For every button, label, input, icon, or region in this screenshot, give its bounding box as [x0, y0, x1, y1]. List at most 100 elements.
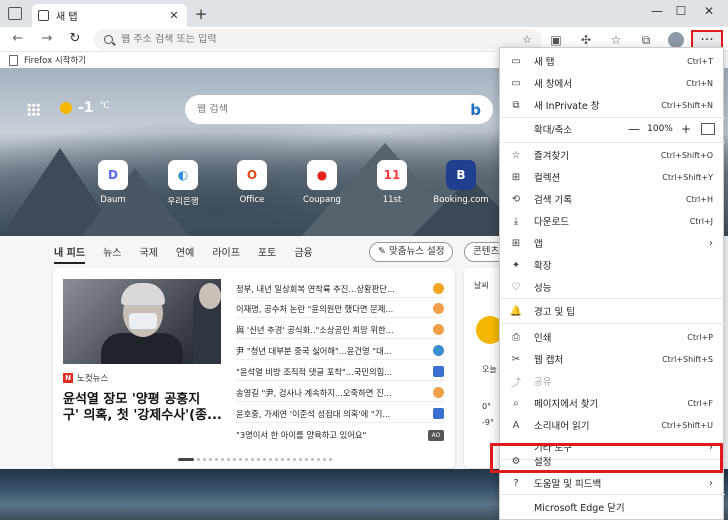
back-arrow-icon[interactable]: ← [9, 30, 27, 48]
bing-icon[interactable]: b [470, 101, 481, 119]
quicklink-label: 우리은행 [167, 197, 199, 207]
menu-item-settings[interactable]: ⚙ 설정 [500, 450, 725, 472]
tab-new[interactable]: 새 탭 ✕ [32, 4, 187, 27]
photo-person [199, 283, 221, 309]
menu-divider [500, 494, 725, 495]
source-name: 노컷뉴스 [77, 374, 109, 384]
feed-tab-world[interactable]: 국제 [140, 244, 158, 259]
fullscreen-icon[interactable] [701, 123, 715, 135]
menu-label: 성능 [534, 283, 552, 294]
maximize-button[interactable]: ☐ [670, 4, 692, 18]
menu-item-collections[interactable]: ⊞ 컬렉션 Ctrl+Shift+Y [500, 166, 725, 188]
feed-tabs: 내 피드 뉴스 국제 연예 라이프 포토 금융 [54, 244, 331, 264]
menu-item-performance[interactable]: ♡ 성능 [500, 276, 725, 298]
menu-item-web-capture[interactable]: ✂ 웹 캡처 Ctrl+Shift+S [500, 348, 725, 370]
help-icon: ? [513, 477, 519, 489]
puzzle-icon[interactable]: ✣ [578, 32, 594, 48]
news-item[interactable]: 윤호중, 가세연 '이준석 성접대 의혹'에 "기... [236, 405, 444, 423]
profile-avatar[interactable] [668, 32, 684, 48]
extension-icon[interactable]: ▣ [548, 32, 564, 48]
collections-icon[interactable]: ⧉ [638, 32, 654, 48]
menu-label: Microsoft Edge 닫기 [534, 503, 625, 514]
zoom-in-button[interactable]: + [677, 122, 695, 136]
menu-item-new-window[interactable]: ▭ 새 창에서 Ctrl+N [500, 72, 725, 94]
address-input[interactable] [121, 34, 515, 45]
source-badge-icon [433, 366, 444, 377]
weather-card[interactable]: 날씨 오늘 0° -9° [464, 268, 504, 468]
news-item[interactable]: "윤석열 비방 조직적 댓글 포착"...국민의힘... [236, 363, 444, 381]
menu-item-read-aloud[interactable]: A 소리내어 읽기 Ctrl+Shift+U [500, 414, 725, 436]
menu-item-help[interactable]: ? 도움말 및 피드백 › [500, 472, 725, 494]
weather-widget[interactable]: -1 ℃ [60, 100, 110, 116]
app-launcher-icon[interactable] [27, 103, 40, 116]
news-source: N 노컷뉴스 [63, 372, 108, 384]
feed-tab-photo[interactable]: 포토 [258, 244, 276, 259]
web-search-box[interactable]: b [185, 95, 493, 124]
forward-arrow-icon[interactable]: → [38, 30, 56, 48]
coupang-icon: ● [307, 160, 337, 190]
settings-menu: ▭ 새 탭 Ctrl+T ▭ 새 창에서 Ctrl+N ⧉ 새 InPrivate 창 Ct… [499, 47, 725, 520]
apps-icon: ⊞ [511, 237, 521, 249]
address-bar[interactable]: ☆ [94, 29, 542, 50]
menu-item-apps[interactable]: ⊞ 앱 › [500, 232, 725, 254]
quicklink-coupang[interactable]: ● Coupang [292, 160, 352, 205]
news-item[interactable]: 이재명, 공수처 논란 "윤의원만 했다면 문제... [236, 300, 444, 318]
favorite-item[interactable]: Firefox 시작하기 [24, 54, 86, 66]
news-photo[interactable] [63, 279, 221, 364]
weather-card-low: -9° [482, 418, 494, 427]
tab-title: 새 탭 [56, 12, 78, 23]
feed-tab-entertainment[interactable]: 연예 [176, 244, 194, 259]
quicklink-11st[interactable]: 11 11st [362, 160, 422, 205]
news-item[interactable]: 與 '신년 추경' 공식화.."소상공인 희망 위한... [236, 321, 444, 339]
menu-shortcut: Ctrl+H [686, 194, 713, 204]
menu-item-downloads[interactable]: ⤓ 다운로드 Ctrl+J [500, 210, 725, 232]
menu-item-extensions[interactable]: ✦ 확장 [500, 254, 725, 276]
menu-item-favorites[interactable]: ☆ 즐겨찾기 Ctrl+Shift+O [500, 144, 725, 166]
window-close-button[interactable]: ✕ [698, 4, 720, 18]
menu-item-history[interactable]: ⟲ 검색 기록 Ctrl+H [500, 188, 725, 210]
weather-unit: ℃ [99, 101, 110, 111]
feed-tab-life[interactable]: 라이프 [212, 244, 240, 259]
news-item[interactable]: 송영길 "尹, 검사나 계속하지...오죽하면 진... [236, 384, 444, 402]
menu-item-new-tab[interactable]: ▭ 새 탭 Ctrl+T [500, 50, 725, 72]
news-headline[interactable]: 윤석열 장모 '양평 공흥지 구' 의혹, 첫 '강제수사'(종... [63, 392, 225, 424]
quicklink-woori[interactable]: ◐ 우리은행 [153, 160, 213, 207]
collections-icon: ⊞ [511, 171, 521, 183]
source-badge-icon [433, 283, 444, 294]
menu-shortcut: Ctrl+N [686, 78, 713, 88]
menu-label: 검색 기록 [534, 195, 572, 206]
news-item[interactable]: 정부, 내년 일상회복 연착륙 추진...상황판단... [236, 280, 444, 298]
feed-tab-news[interactable]: 뉴스 [103, 244, 121, 259]
menu-item-alerts[interactable]: 🔔 경고 및 팁 [500, 300, 725, 322]
bell-icon: 🔔 [509, 305, 523, 317]
web-search-input[interactable] [197, 104, 471, 115]
news-item[interactable]: 尹 "청년 대부분 중국 싫어해"...윤건영 "대... [236, 342, 444, 360]
carousel-dots[interactable] [178, 458, 332, 461]
menu-label: 즐겨찾기 [534, 151, 569, 162]
menu-item-inprivate[interactable]: ⧉ 새 InPrivate 창 Ctrl+Shift+N [500, 94, 725, 116]
refresh-icon[interactable]: ↻ [66, 30, 84, 48]
personalize-label: 맞춤뉴스 설정 [388, 246, 445, 257]
favorites-icon: ☆ [511, 149, 521, 161]
quicklink-label: Booking.com [433, 195, 489, 205]
add-favorite-icon[interactable]: ☆ [522, 33, 532, 46]
feed-tab-finance[interactable]: 금융 [294, 244, 312, 259]
new-tab-button[interactable]: + [193, 5, 209, 23]
menu-item-close-edge[interactable]: Microsoft Edge 닫기 [500, 496, 725, 518]
tab-favicon-icon [38, 10, 49, 21]
quicklink-booking[interactable]: B Booking.com [431, 160, 491, 205]
news-item[interactable]: "3명이서 한 아이를 양육하고 있어요" AO [236, 426, 444, 444]
zoom-out-button[interactable]: — [625, 122, 643, 136]
personalize-button[interactable]: ✎ 맞춤뉴스 설정 [369, 242, 454, 262]
quicklink-office[interactable]: O Office [222, 160, 282, 205]
minimize-button[interactable]: — [646, 4, 668, 18]
menu-item-print[interactable]: ⎙ 인쇄 Ctrl+P [500, 326, 725, 348]
quicklink-daum[interactable]: D Daum [83, 160, 143, 205]
favorites-icon[interactable]: ☆ [608, 32, 624, 48]
tab-close-icon[interactable]: ✕ [167, 9, 181, 22]
tab-actions-icon[interactable] [8, 7, 22, 20]
menu-item-find[interactable]: ⌕ 페이지에서 찾기 Ctrl+F [500, 392, 725, 414]
feed-tab-my-feed[interactable]: 내 피드 [54, 244, 86, 264]
headline-line: 윤석열 장모 '양평 공흥지 [63, 392, 201, 407]
menu-shortcut: Ctrl+P [687, 332, 713, 342]
